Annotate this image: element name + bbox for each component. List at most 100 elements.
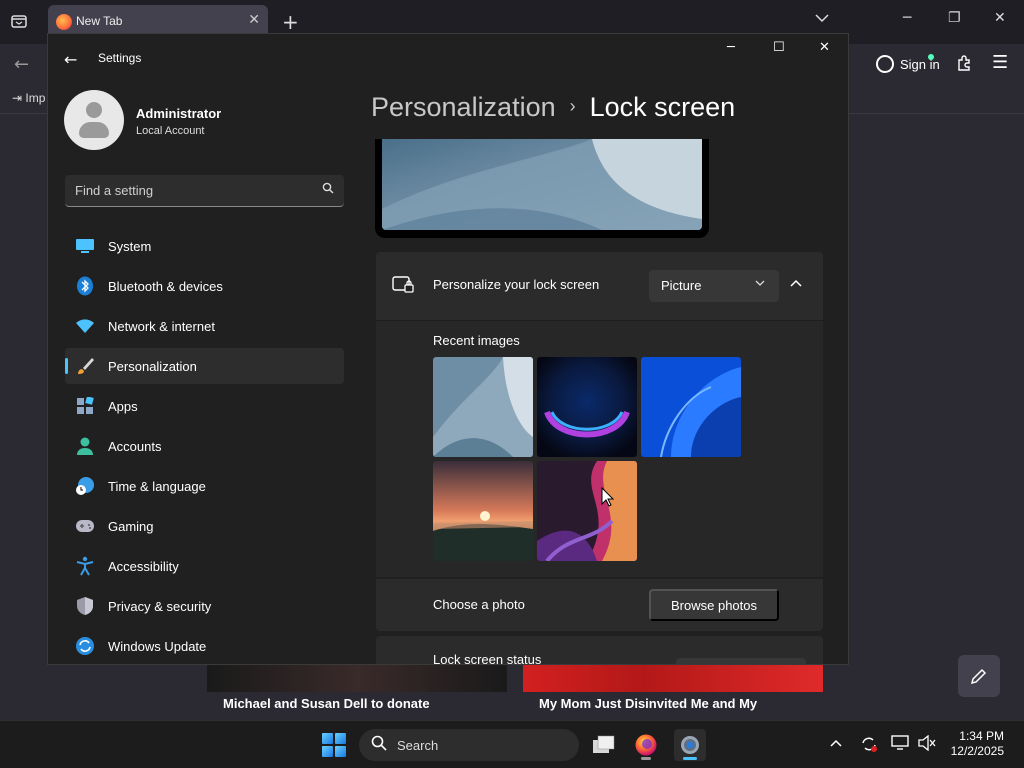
lock-screen-icon [392,276,414,294]
background-type-dropdown[interactable]: Picture [649,270,779,302]
sidebar-item-label: Personalization [108,358,197,374]
sidebar-item-label: Time & language [108,478,206,494]
sidebar-item-privacy-security[interactable]: Privacy & security [65,588,344,624]
close-icon[interactable]: ✕ [248,12,260,28]
taskbar: Search 1:34 PM 12/2/2025 [0,720,1024,768]
taskbar-search-label: Search [397,737,439,753]
chevron-up-icon[interactable] [790,276,802,290]
minimize-icon[interactable]: ─ [903,10,911,26]
sign-in-label: Sign in [900,56,940,72]
browse-photos-button[interactable]: Browse photos [649,589,779,621]
chevron-up-icon[interactable] [830,735,842,751]
pencil-icon [970,668,987,685]
chevron-down-icon[interactable] [815,11,829,27]
recent-image-thumbnail[interactable] [537,357,637,457]
sidebar-item-gaming[interactable]: Gaming [65,508,344,544]
sidebar-item-label: Accessibility [108,558,179,574]
windows-start-icon[interactable] [322,733,346,757]
new-tab-button[interactable]: + [282,10,299,34]
person-icon [75,436,95,456]
settings-window: ← Settings ─ ☐ ✕ Administrator Local Acc… [47,33,849,665]
breadcrumb-parent[interactable]: Personalization [371,92,556,122]
back-arrow-icon[interactable]: ← [64,50,77,69]
close-icon[interactable]: ✕ [819,40,830,55]
restore-icon[interactable]: ❐ [948,10,961,26]
personalize-label: Personalize your lock screen [433,277,600,292]
taskbar-search[interactable]: Search [359,729,579,761]
breadcrumb-separator: › [569,96,576,116]
news-card-title: My Mom Just Disinvited Me and My [539,696,758,711]
lock-screen-settings-panel: Personalize your lock screen Picture Rec… [376,252,823,665]
import-bookmarks-link[interactable]: ⇥ Imp [12,91,45,105]
monitor-icon [75,236,95,256]
sidebar-item-apps[interactable]: Apps [65,388,344,424]
status-dropdown[interactable] [676,658,806,664]
sidebar-item-system[interactable]: System [65,228,344,264]
recent-image-thumbnail[interactable] [537,461,637,561]
firefox-icon [635,734,657,756]
task-view-icon [593,735,615,753]
recent-image-thumbnail[interactable] [433,461,533,561]
minimize-icon[interactable]: ─ [727,40,735,55]
maximize-icon[interactable]: ☐ [773,40,785,55]
sidebar-item-accounts[interactable]: Accounts [65,428,344,464]
window-title: Settings [98,51,142,65]
sidebar-item-personalization[interactable]: Personalization [65,348,344,384]
sidebar-item-time-language[interactable]: Time & language [65,468,344,504]
recent-image-thumbnail[interactable] [641,357,741,457]
chevron-down-icon [755,278,765,289]
page-title: Lock screen [589,92,736,122]
sync-alert-icon[interactable] [860,735,878,757]
lock-screen-status-row[interactable]: Lock screen status [376,636,823,665]
sidebar-item-label: Bluetooth & devices [108,278,223,294]
taskbar-task-view[interactable] [588,729,620,761]
sidebar-item-label: Apps [108,398,138,414]
sidebar-item-label: Gaming [108,518,154,534]
gear-icon [681,736,699,754]
lock-screen-status-label: Lock screen status [433,652,542,665]
hamburger-menu-icon[interactable]: ☰ [992,52,1008,73]
volume-muted-icon[interactable] [918,734,936,755]
choose-photo-label: Choose a photo [433,597,525,612]
update-icon [75,636,95,656]
brush-icon [75,356,95,376]
tab-list-icon[interactable] [10,12,30,32]
shield-icon [75,596,95,616]
personalize-lock-screen-row[interactable]: Personalize your lock screen Picture [376,252,823,320]
taskbar-clock[interactable]: 1:34 PM 12/2/2025 [946,729,1004,759]
settings-nav: System Bluetooth & devices Network & int… [65,228,344,664]
sidebar-item-label: Privacy & security [108,598,212,614]
profile-account-type: Local Account [136,125,205,137]
extensions-icon[interactable] [955,54,973,76]
firefox-icon [56,14,72,30]
sidebar-item-accessibility[interactable]: Accessibility [65,548,344,584]
news-card[interactable]: My Mom Just Disinvited Me and My [523,664,823,720]
search-icon[interactable] [322,182,334,197]
news-card-image [523,664,823,692]
network-icon[interactable] [891,735,909,755]
sidebar-item-network[interactable]: Network & internet [65,308,344,344]
recent-images-title: Recent images [433,333,520,348]
avatar[interactable] [64,90,124,150]
wifi-icon [75,316,95,336]
mouse-cursor-icon [601,487,615,507]
bluetooth-icon [75,276,95,296]
breadcrumb: Personalization › Lock screen [371,92,735,123]
taskbar-settings[interactable] [674,729,706,761]
sidebar-item-windows-update[interactable]: Windows Update [65,628,344,664]
back-arrow-icon[interactable]: ← [14,54,29,75]
recent-images-row: Recent images [376,320,823,577]
clock-date: 12/2/2025 [950,744,1004,758]
recent-image-thumbnail[interactable] [433,357,533,457]
taskbar-firefox[interactable] [630,729,662,761]
news-card-image [207,664,507,692]
search-input[interactable] [65,175,305,205]
news-card[interactable]: Michael and Susan Dell to donate [207,664,507,720]
search-icon [371,735,387,755]
sidebar-item-bluetooth[interactable]: Bluetooth & devices [65,268,344,304]
sign-in-button[interactable]: Sign in [868,48,944,80]
close-window-icon[interactable]: ✕ [994,10,1006,26]
accessibility-icon [75,556,95,576]
lock-screen-preview [375,139,709,238]
edit-pencil-button[interactable] [958,655,1000,697]
